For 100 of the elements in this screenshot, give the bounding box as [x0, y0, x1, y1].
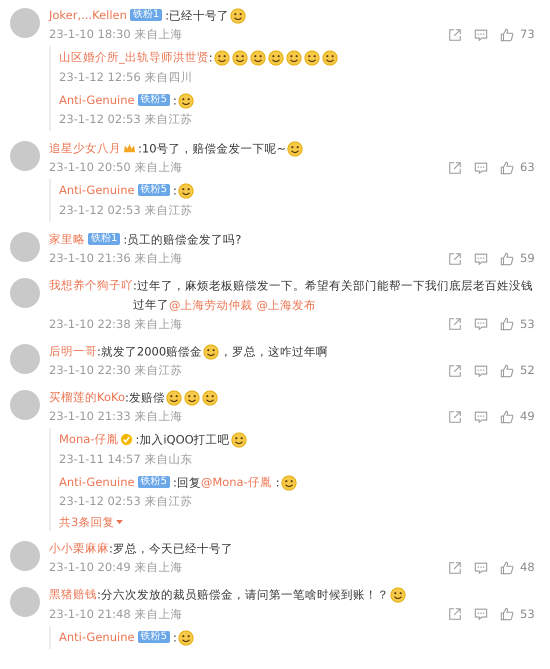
- like-count: 53: [520, 606, 536, 623]
- user-name[interactable]: 小小栗麻麻: [49, 539, 109, 558]
- smiley-icon: [322, 50, 338, 66]
- user-name[interactable]: Anti-Genuine: [59, 181, 135, 200]
- user-name[interactable]: 我想养个狗子吖: [49, 276, 133, 296]
- fan-badge: 铁粉5: [138, 184, 170, 196]
- fan-badge: 铁粉1: [88, 232, 120, 245]
- smiley-icon: [178, 630, 194, 646]
- smiley-icon: [287, 140, 304, 157]
- caret-icon: [116, 520, 124, 525]
- reply-time: 23-1-12 02:53 来自江苏: [59, 493, 192, 510]
- comment-time: 23-1-10 20:50 来自上海: [49, 159, 182, 176]
- avatar[interactable]: [10, 141, 40, 172]
- reply-time: 23-1-12 02:53 来自江苏: [59, 111, 192, 128]
- thumbs-up-icon[interactable]: [500, 560, 514, 575]
- avatar[interactable]: [10, 278, 40, 308]
- like-count: 49: [520, 408, 536, 426]
- user-name[interactable]: 黑猪赔钱: [49, 585, 97, 604]
- comment-icon[interactable]: [474, 317, 488, 332]
- smiley-icon: [286, 50, 302, 66]
- like-count: 53: [520, 316, 536, 333]
- like-count: 59: [520, 250, 536, 268]
- comment-text: :已经十号了: [165, 6, 248, 26]
- mention-link[interactable]: @上海劳动仲裁: [169, 298, 252, 312]
- thumbs-up-icon[interactable]: [500, 317, 514, 332]
- user-name[interactable]: Anti-Genuine: [59, 472, 135, 492]
- like-count: 63: [520, 159, 536, 176]
- share-icon[interactable]: [448, 317, 462, 332]
- mention-link[interactable]: @Mona-仔胤: [200, 475, 272, 490]
- smiley-icon: [232, 50, 248, 66]
- comment-text: :罗总，今天已经十号了: [109, 540, 233, 558]
- thumbs-up-icon[interactable]: [500, 410, 514, 424]
- user-name[interactable]: 买榴莲的KoKo: [49, 388, 126, 408]
- comment-icon[interactable]: [474, 607, 488, 622]
- reply-text: :: [172, 90, 195, 110]
- user-name[interactable]: Mona-仔胤: [59, 430, 118, 450]
- more-replies-link[interactable]: 共3条回复: [59, 513, 124, 532]
- thumbs-up-icon[interactable]: [500, 252, 514, 266]
- user-name[interactable]: Joker,...Kellen: [49, 6, 127, 25]
- user-name[interactable]: 追星少女八月: [49, 139, 121, 158]
- user-name[interactable]: Anti-Genuine: [59, 628, 135, 647]
- comment-text: :就发了2000赔偿金 ，罗总，这咋过年啊: [97, 342, 328, 362]
- user-name[interactable]: 后明一哥: [49, 342, 97, 361]
- comment-icon[interactable]: [474, 410, 488, 424]
- smiley-icon: [178, 92, 194, 109]
- smiley-icon: [202, 390, 218, 406]
- avatar[interactable]: [10, 587, 40, 618]
- avatar[interactable]: [10, 344, 40, 374]
- thumbs-up-icon[interactable]: [500, 607, 514, 622]
- comment-icon[interactable]: [474, 364, 488, 378]
- thumbs-up-icon[interactable]: [500, 160, 514, 175]
- smiley-icon: [184, 390, 200, 406]
- reply-text: :加入iQOO打工吧: [135, 430, 248, 450]
- smiley-icon: [390, 587, 406, 604]
- comment-time: 23-1-10 18:30 来自上海: [49, 26, 182, 44]
- like-count: 52: [520, 362, 536, 380]
- user-name[interactable]: 家里略: [49, 230, 85, 249]
- like-count: 73: [520, 26, 536, 44]
- verified-icon: [120, 433, 134, 446]
- mention-link[interactable]: @上海发布: [256, 298, 316, 312]
- avatar[interactable]: [10, 232, 40, 262]
- smiley-icon: [304, 50, 320, 66]
- share-icon[interactable]: [448, 607, 462, 622]
- user-name[interactable]: 山区婚介所_出轨导师洪世贤: [59, 48, 209, 68]
- avatar[interactable]: [10, 8, 40, 38]
- comment-text: :过年了，麻烦老板赔偿发一下。希望有关部门能帮一下我们底层老百姓没钱过年了@上海劳动仲裁 @上海发布: [133, 277, 534, 314]
- avatar[interactable]: [10, 541, 40, 572]
- fan-badge: 铁粉1: [130, 9, 162, 21]
- fan-badge: 铁粉5: [138, 630, 170, 643]
- comment-icon[interactable]: [474, 28, 488, 42]
- like-count: 48: [520, 559, 536, 576]
- reply-time: 23-1-12 02:53 来自江苏: [59, 202, 192, 219]
- smiley-icon: [230, 8, 246, 24]
- comment-time: 23-1-10 22:38 来自上海: [49, 316, 182, 333]
- avatar[interactable]: [10, 390, 40, 420]
- reply-text: :: [172, 181, 195, 201]
- share-icon[interactable]: [448, 560, 462, 575]
- share-icon[interactable]: [448, 252, 462, 266]
- comment-text: :10号了，赔偿金发一下呢~: [138, 139, 304, 158]
- thumbs-up-icon[interactable]: [500, 28, 514, 42]
- comment-text: :分六次发放的裁员赔偿金，请问第一笔啥时候到账！？: [97, 585, 407, 605]
- comment-text: :员工的赔偿金发了吗?: [123, 231, 242, 248]
- share-icon[interactable]: [448, 28, 462, 42]
- comment-icon[interactable]: [474, 560, 488, 575]
- share-icon[interactable]: [448, 160, 462, 175]
- smiley-icon: [214, 50, 230, 66]
- reply-text: :回复@Mona-仔胤 :: [172, 472, 298, 492]
- fan-badge: 铁粉5: [138, 476, 170, 488]
- user-name[interactable]: Anti-Genuine: [59, 90, 135, 110]
- smiley-icon: [230, 432, 247, 448]
- comment-icon[interactable]: [474, 160, 488, 175]
- thumbs-up-icon[interactable]: [500, 364, 514, 378]
- comment-time: 23-1-10 21:33 来自上海: [49, 408, 182, 426]
- share-icon[interactable]: [448, 364, 462, 378]
- comment-icon[interactable]: [474, 252, 488, 266]
- share-icon[interactable]: [448, 410, 462, 424]
- smiley-icon: [250, 50, 266, 66]
- smiley-icon: [166, 390, 182, 406]
- comment-time: 23-1-10 20:49 来自上海: [49, 559, 182, 576]
- smiley-icon: [178, 183, 194, 200]
